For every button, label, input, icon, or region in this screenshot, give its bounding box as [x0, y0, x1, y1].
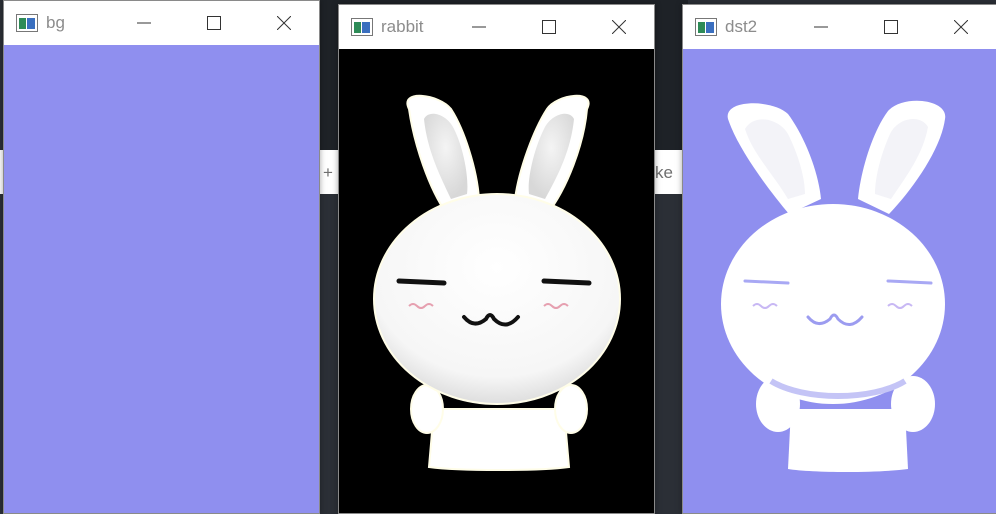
minimize-icon [137, 22, 151, 24]
minimize-icon [814, 26, 828, 28]
window-title: bg [46, 13, 65, 32]
close-icon [612, 20, 626, 34]
window-title: rabbit [381, 17, 424, 36]
maximize-button[interactable] [179, 1, 249, 45]
window-title: dst2 [725, 17, 758, 36]
maximize-icon [207, 16, 221, 30]
minimize-button[interactable] [786, 5, 856, 49]
app-image-icon [351, 18, 373, 36]
window-rabbit[interactable]: rabbit [338, 4, 655, 514]
titlebar[interactable]: dst2 [683, 5, 996, 49]
maximize-icon [542, 20, 556, 34]
ide-partial-text-left: + [323, 163, 333, 182]
minimize-button[interactable] [109, 1, 179, 45]
close-button[interactable] [926, 5, 996, 49]
maximize-button[interactable] [856, 5, 926, 49]
minimize-icon [472, 26, 486, 28]
window-bg[interactable]: bg [3, 0, 320, 514]
titlebar[interactable]: bg [4, 1, 319, 45]
maximize-icon [884, 20, 898, 34]
ide-partial-text-right: ke [655, 163, 673, 182]
close-icon [954, 20, 968, 34]
close-button[interactable] [584, 5, 654, 49]
maximize-button[interactable] [514, 5, 584, 49]
image-canvas-dst2 [683, 49, 996, 513]
image-canvas-rabbit [339, 49, 654, 513]
app-image-icon [16, 14, 38, 32]
close-button[interactable] [249, 1, 319, 45]
image-canvas-bg [4, 45, 319, 513]
rabbit-image [373, 94, 621, 471]
close-icon [277, 16, 291, 30]
titlebar[interactable]: rabbit [339, 5, 654, 49]
rabbit-composite-image [721, 100, 946, 472]
window-dst2[interactable]: dst2 [682, 4, 996, 514]
app-image-icon [695, 18, 717, 36]
minimize-button[interactable] [444, 5, 514, 49]
